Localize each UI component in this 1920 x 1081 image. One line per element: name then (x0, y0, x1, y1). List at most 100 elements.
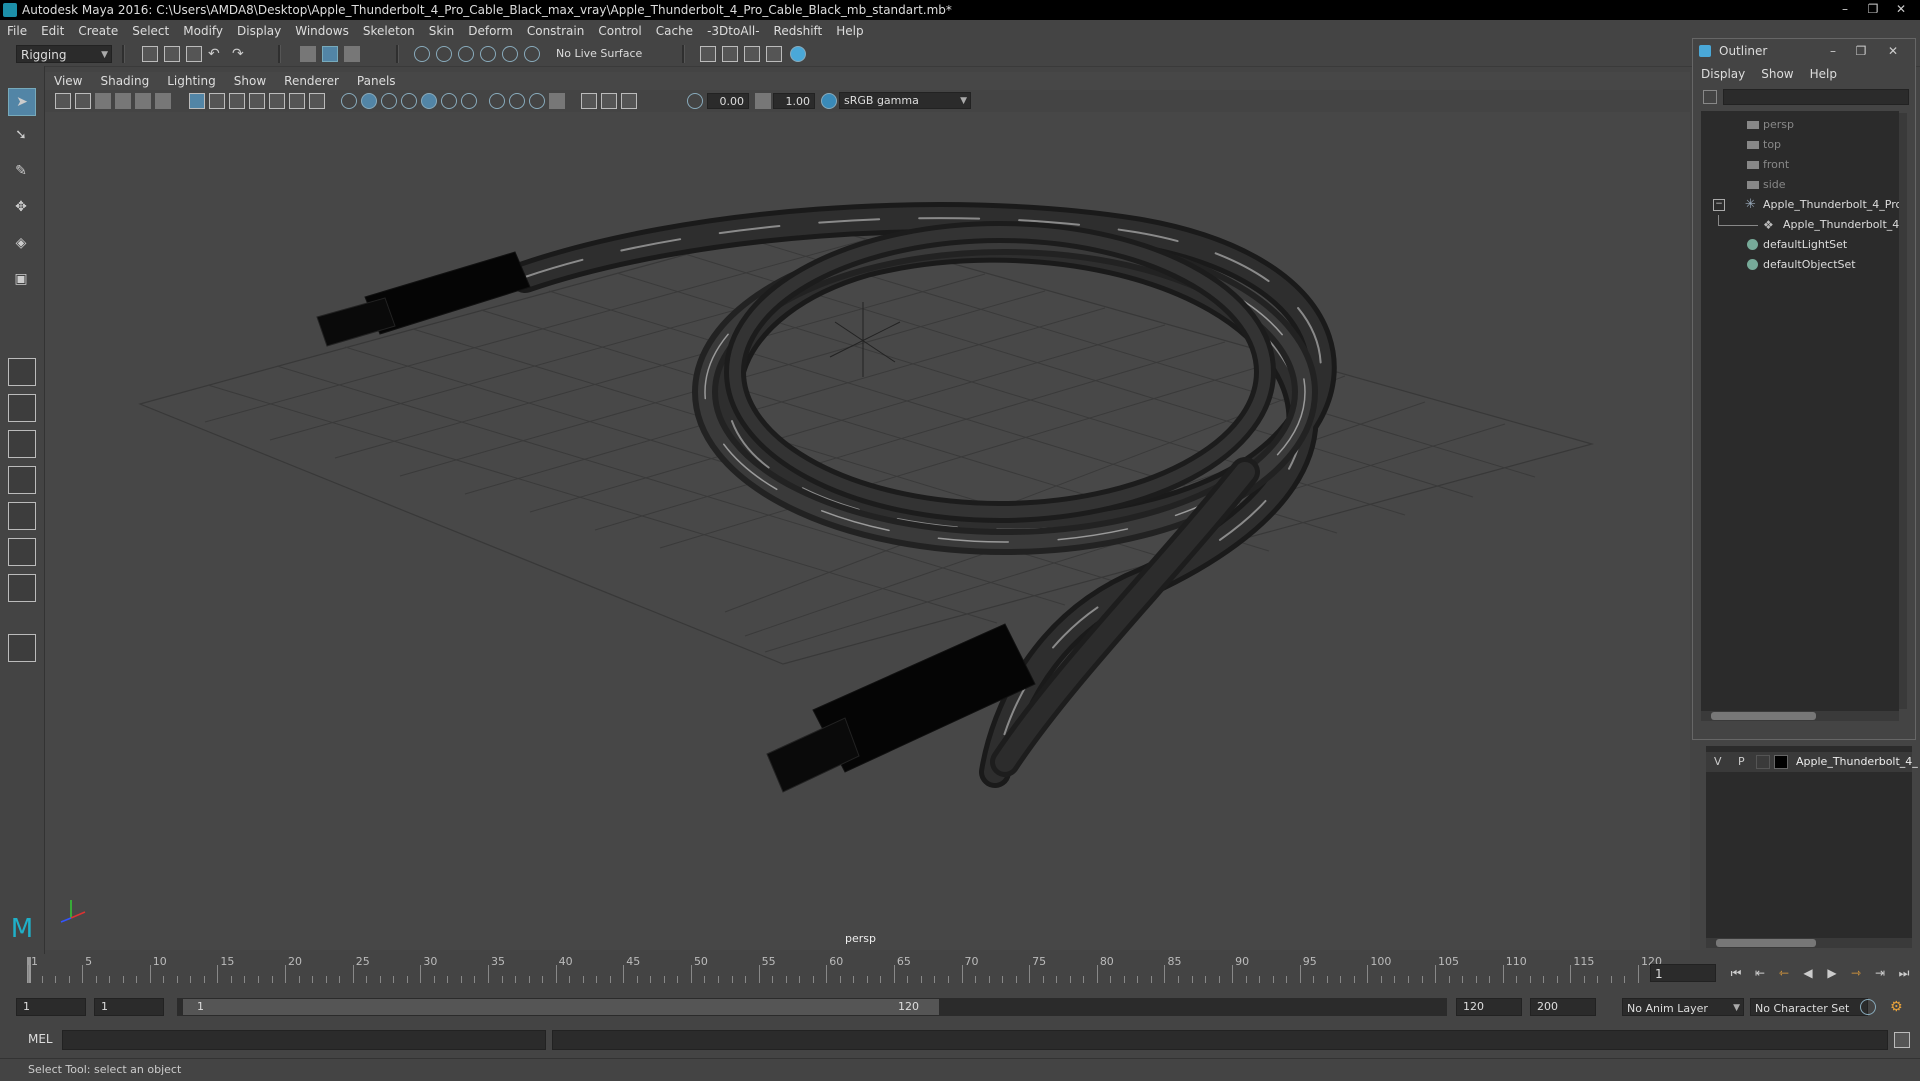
outliner-search-input[interactable] (1723, 89, 1909, 105)
outliner-close-button[interactable]: ✕ (1883, 39, 1903, 63)
filter-icon[interactable] (1703, 90, 1717, 104)
color-management-icon[interactable] (821, 93, 837, 109)
menu-cache[interactable]: Cache (649, 24, 700, 38)
collapse-icon[interactable]: − (1713, 199, 1725, 211)
menu-display[interactable]: Display (230, 24, 288, 38)
smooth-shade-icon[interactable] (361, 93, 377, 109)
character-set-selector[interactable]: No Character Set (1750, 998, 1868, 1016)
hypershade-layout-button[interactable] (8, 502, 36, 530)
gamma-icon[interactable] (755, 93, 771, 109)
step-forward-key-button[interactable]: ⇥ (1870, 964, 1890, 982)
exposure-field[interactable]: 0.00 (707, 93, 749, 109)
step-back-key-button[interactable]: ⇤ (1750, 964, 1770, 982)
maximize-button[interactable]: ❐ (1860, 1, 1886, 18)
playback-start-field[interactable]: 1 (94, 998, 164, 1016)
shadows-icon[interactable] (441, 93, 457, 109)
preferences-icon[interactable]: ⚙ (1890, 999, 1906, 1015)
snap-grid-icon[interactable] (414, 46, 430, 62)
snap-curve-icon[interactable] (436, 46, 452, 62)
ipr-render-icon[interactable] (744, 46, 760, 62)
panel-menu-view[interactable]: View (45, 74, 91, 88)
open-scene-icon[interactable] (164, 46, 180, 62)
menu-deform[interactable]: Deform (461, 24, 520, 38)
playback-end-field[interactable]: 120 (1456, 998, 1522, 1016)
undo-icon[interactable]: ↶ (208, 46, 224, 62)
layer-visibility-toggle[interactable]: V (1714, 752, 1722, 772)
command-language-toggle[interactable]: MEL (28, 1032, 53, 1046)
menu-file[interactable]: File (0, 24, 34, 38)
isolate-select-icon[interactable] (489, 93, 505, 109)
layer-playback-toggle[interactable]: P (1738, 752, 1745, 772)
panel-menu-show[interactable]: Show (225, 74, 275, 88)
menu-select[interactable]: Select (125, 24, 176, 38)
panel-menu-shading[interactable]: Shading (91, 74, 158, 88)
four-view-layout-button[interactable] (8, 394, 36, 422)
persp-graph-layout-button[interactable] (8, 466, 36, 494)
menu-constrain[interactable]: Constrain (520, 24, 592, 38)
grease-pencil-icon[interactable] (155, 93, 171, 109)
panel-menu-lighting[interactable]: Lighting (158, 74, 225, 88)
range-slider-thumb[interactable]: 1 120 (183, 999, 939, 1015)
minimize-button[interactable]: – (1832, 1, 1858, 18)
perspective-viewport[interactable]: View Shading Lighting Show Renderer Pane… (45, 72, 1690, 950)
select-tool-button[interactable]: ➤ (8, 88, 36, 116)
menu-modify[interactable]: Modify (176, 24, 230, 38)
panel-menu-renderer[interactable]: Renderer (275, 74, 348, 88)
anim-layer-selector[interactable]: No Anim Layer ▼ (1622, 998, 1744, 1016)
xray-components-icon[interactable] (549, 93, 565, 109)
menu-windows[interactable]: Windows (288, 24, 356, 38)
anti-aliasing-icon[interactable] (601, 93, 617, 109)
move-tool-button[interactable]: ✥ (8, 194, 36, 222)
snap-point-icon[interactable] (458, 46, 474, 62)
redo-icon[interactable]: ↷ (232, 46, 248, 62)
bookmark-icon[interactable] (95, 93, 111, 109)
range-slider[interactable]: 1 120 (177, 998, 1447, 1016)
safe-title-icon[interactable] (309, 93, 325, 109)
menu-redshift[interactable]: Redshift (767, 24, 830, 38)
persp-outliner-layout-button[interactable] (8, 430, 36, 458)
animation-end-field[interactable]: 200 (1530, 998, 1596, 1016)
color-space-selector[interactable]: sRGB gamma ▼ (839, 92, 971, 109)
go-to-end-button[interactable]: ⏭ (1894, 964, 1914, 982)
outliner-maximize-button[interactable]: ❐ (1851, 39, 1871, 63)
command-input[interactable] (62, 1030, 546, 1050)
outliner-minimize-button[interactable]: – (1823, 39, 1843, 63)
select-component-icon[interactable] (344, 46, 360, 62)
outliner-vertical-scrollbar[interactable] (1899, 113, 1907, 709)
panel-menu-panels[interactable]: Panels (348, 74, 405, 88)
use-all-lights-icon[interactable] (421, 93, 437, 109)
render-frame-icon[interactable] (722, 46, 738, 62)
render-settings-icon[interactable] (700, 46, 716, 62)
camera-lock-icon[interactable] (75, 93, 91, 109)
resolution-gate-icon[interactable] (229, 93, 245, 109)
menu-control[interactable]: Control (591, 24, 648, 38)
step-back-frame-button[interactable]: ⇽ (1774, 964, 1794, 982)
grid-toggle-icon[interactable] (189, 93, 205, 109)
outliner-menu-help[interactable]: Help (1802, 65, 1845, 83)
go-to-start-button[interactable]: ⏮ (1726, 964, 1746, 982)
field-chart-icon[interactable] (269, 93, 285, 109)
depth-of-field-icon[interactable] (621, 93, 637, 109)
menu-help[interactable]: Help (829, 24, 870, 38)
rotate-tool-button[interactable]: ◈ (8, 230, 36, 258)
outliner-menu-show[interactable]: Show (1753, 65, 1801, 83)
snap-surface-icon[interactable] (502, 46, 518, 62)
layer-color-swatch[interactable] (1774, 755, 1788, 769)
play-backwards-button[interactable]: ◀ (1798, 964, 1818, 982)
render-view-icon[interactable] (766, 46, 782, 62)
menu-3dtoall[interactable]: -3DtoAll- (700, 24, 766, 38)
step-forward-frame-button[interactable]: ⇾ (1846, 964, 1866, 982)
outliner-item-object-set[interactable]: defaultObjectSet (1701, 255, 1899, 275)
single-view-layout-button[interactable] (8, 358, 36, 386)
play-forwards-button[interactable]: ▶ (1822, 964, 1842, 982)
layer-scrollbar[interactable] (1706, 938, 1912, 948)
xray-joints-icon[interactable] (529, 93, 545, 109)
exposure-icon[interactable] (687, 93, 703, 109)
mode-selector[interactable]: Rigging ▼ (16, 45, 112, 63)
camera-select-icon[interactable] (55, 93, 71, 109)
outliner-item-group[interactable]: − ✳ Apple_Thunderbolt_4_Pro (1701, 195, 1899, 215)
xray-icon[interactable] (509, 93, 525, 109)
snap-live-icon[interactable] (524, 46, 540, 62)
outliner-item-front[interactable]: front (1701, 155, 1899, 175)
paint-select-tool-button[interactable]: ✎ (8, 158, 36, 186)
